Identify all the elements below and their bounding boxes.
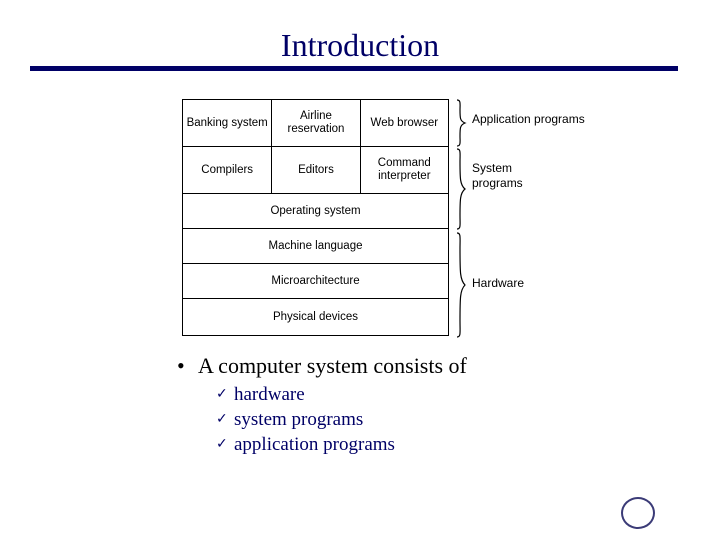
sub-item-label: application programs [234,434,395,455]
sub-bullet-list: ✓ hardware ✓ system programs ✓ applicati… [172,382,692,457]
check-icon: ✓ [216,436,228,452]
table-row: Physical devices [182,298,449,336]
sub-item-label: system programs [234,409,364,430]
check-icon: ✓ [216,386,228,402]
cell-physical-devices: Physical devices [272,310,358,323]
sub-item-label: hardware [234,384,305,405]
check-icon: ✓ [216,411,228,427]
decorative-circle-icon [621,497,655,529]
brace-application-programs-icon [455,99,467,147]
group-label-hardware: Hardware [472,276,525,290]
cell-editors: Editors [271,147,359,193]
cell-banking-system: Banking system [186,116,268,129]
group-label-application-programs: Application programs [472,112,585,126]
bullet-main: • A computer system consists of [172,352,692,380]
cell-microarchitecture: Microarchitecture [271,274,360,287]
page-title: Introduction [280,27,440,63]
title-divider [30,66,678,71]
cell-airline-reservation: Airline reservation [271,100,359,146]
list-item: ✓ system programs [216,407,692,432]
list-item: ✓ hardware [216,382,692,407]
group-label-system-programs: System programs [472,161,523,190]
table-row: Microarchitecture [182,263,449,299]
cell-web-browser: Web browser [359,100,448,146]
cell-command-interpreter: Command interpreter [359,147,448,193]
table-row: Machine language [182,228,449,264]
table-row: Compilers Editors Command interpreter [182,146,449,194]
list-item: ✓ application programs [216,432,692,457]
slide-canvas: Introduction Banking system Airline rese… [0,0,720,540]
bullet-dot-icon: • [177,353,185,378]
bullet-list: • A computer system consists of ✓ hardwa… [172,352,692,457]
cell-machine-language: Machine language [268,239,363,252]
brace-hardware-icon [455,232,467,339]
cell-compilers: Compilers [201,163,254,176]
cell-operating-system: Operating system [270,204,361,217]
bullet-main-label: A computer system consists of [198,353,467,378]
table-row: Banking system Airline reservation Web b… [182,99,449,147]
table-row: Operating system [182,193,449,229]
layered-architecture-diagram: Banking system Airline reservation Web b… [182,99,449,339]
brace-system-programs-icon [455,148,467,230]
